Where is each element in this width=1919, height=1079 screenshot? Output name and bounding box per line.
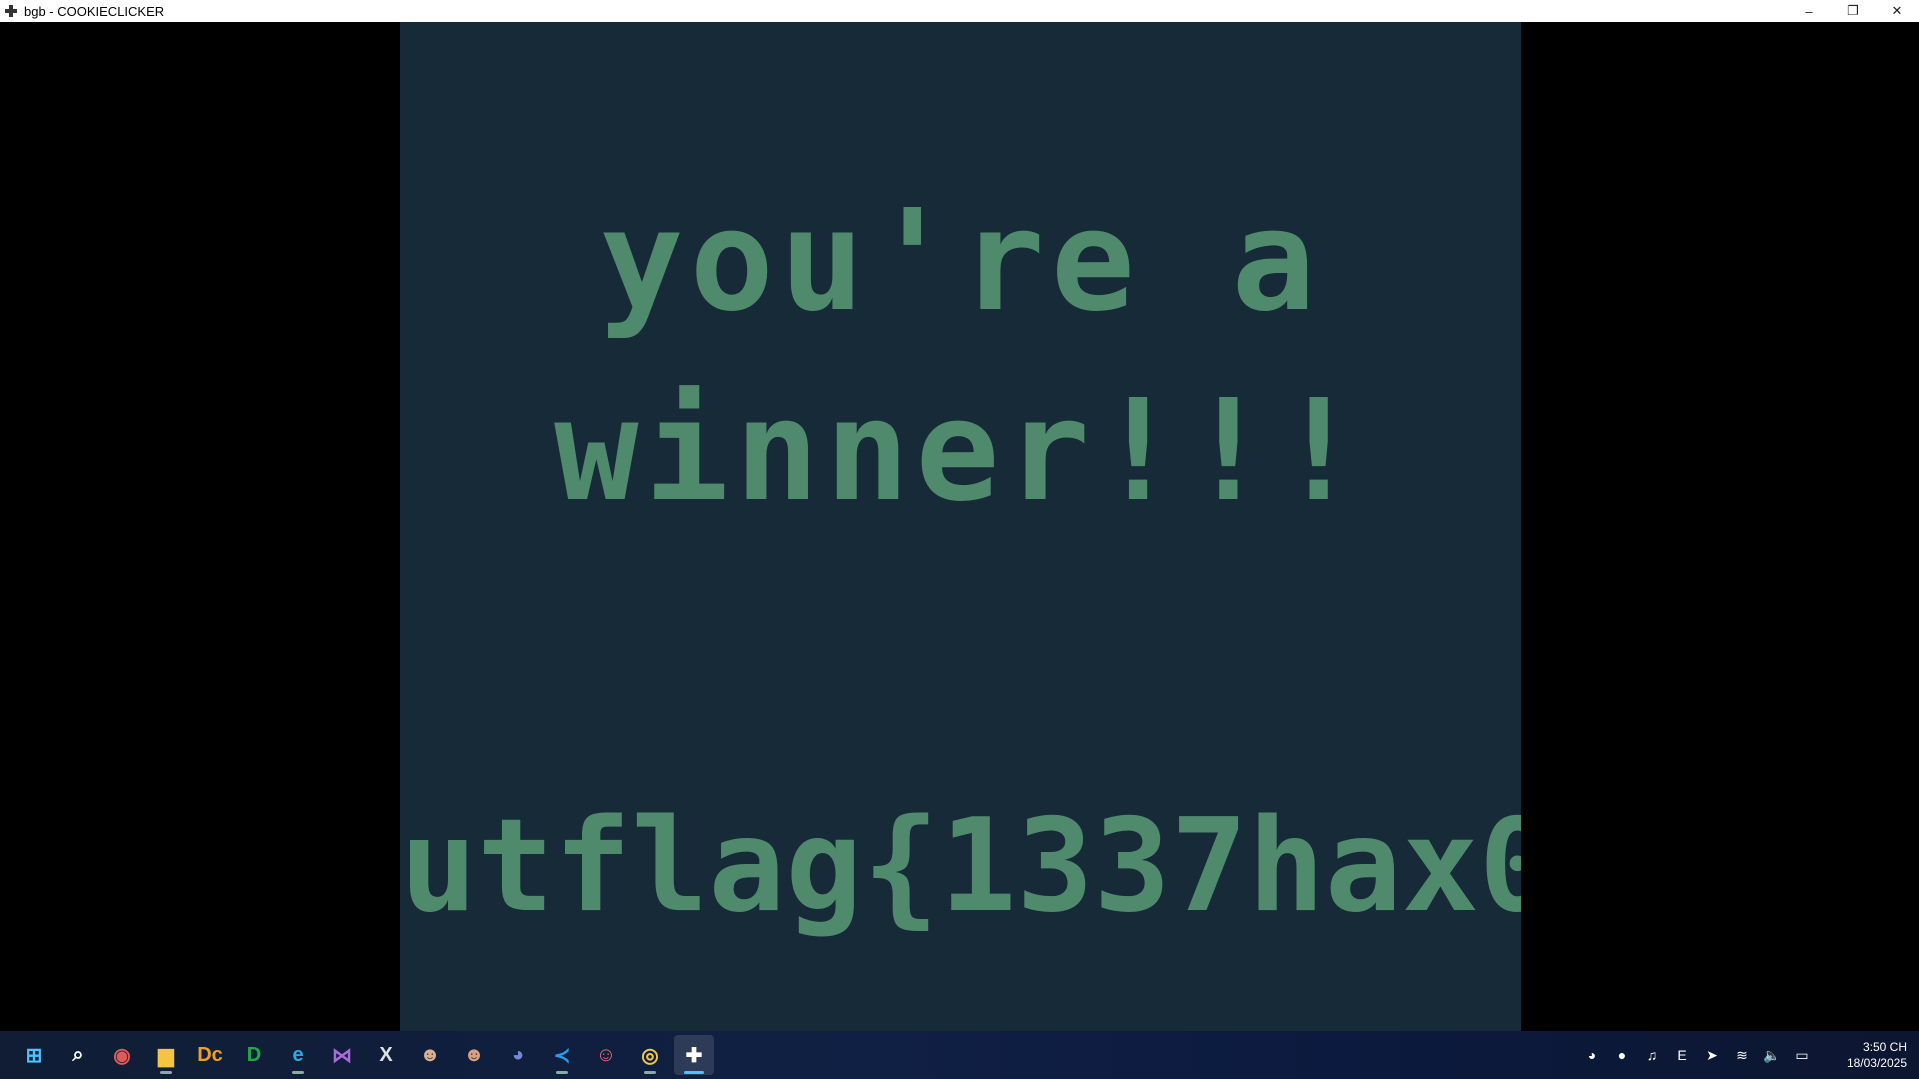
edge-icon[interactable]: e	[278, 1035, 318, 1075]
bgb-app-icon	[4, 4, 18, 18]
volume-icon[interactable]: 🔈	[1757, 1040, 1787, 1070]
app-1-icon[interactable]: ☻	[410, 1035, 450, 1075]
app-3-icon[interactable]: ☺	[586, 1035, 626, 1075]
vscode-icon[interactable]: ≺	[542, 1035, 582, 1075]
battery-icon[interactable]: ▭	[1787, 1040, 1817, 1070]
running-indicator	[160, 1071, 172, 1074]
window-titlebar: bgb - COOKIECLICKER – ❐ ✕	[0, 0, 1919, 22]
dev-glyph: D	[246, 1043, 262, 1066]
excel-glyph: X	[379, 1043, 393, 1066]
running-indicator	[644, 1071, 656, 1074]
system-tray: ◕ ● ♫ E ➤ ≋ 🔈 ▭ 3:50 CH 18/03/2025	[1577, 1031, 1919, 1079]
winner-message-line-2: winner!!!	[554, 370, 1367, 533]
running-indicator	[292, 1071, 304, 1074]
search-icon[interactable]: ⌕	[58, 1035, 98, 1075]
davinci-glyph: ◉	[113, 1044, 131, 1067]
visual-studio-icon[interactable]: ⋈	[322, 1035, 362, 1075]
minimize-button[interactable]: –	[1787, 0, 1831, 22]
close-button[interactable]: ✕	[1875, 0, 1919, 22]
bgb-glyph: ✚	[685, 1044, 703, 1067]
wifi-icon[interactable]: ≋	[1727, 1040, 1757, 1070]
app-2-icon[interactable]: ☻	[454, 1035, 494, 1075]
start-glyph: ⊞	[25, 1044, 43, 1067]
search-glyph: ⌕	[72, 1043, 84, 1066]
dev-icon[interactable]: D	[234, 1035, 274, 1075]
davinci-icon[interactable]: ◉	[102, 1035, 142, 1075]
excel-icon[interactable]: X	[366, 1035, 406, 1075]
visual-studio-glyph: ⋈	[332, 1044, 352, 1067]
edge-glyph: e	[292, 1043, 304, 1066]
game-screen[interactable]: you're a winner!!! utflag{1337hax0r}	[400, 22, 1521, 1031]
app-3-glyph: ☺	[595, 1043, 617, 1066]
app-tray-icon[interactable]: ●	[1607, 1040, 1637, 1070]
start-icon[interactable]: ⊞	[14, 1035, 54, 1075]
app-e-icon[interactable]: E	[1667, 1040, 1697, 1070]
chrome-icon[interactable]: ◎	[630, 1035, 670, 1075]
file-explorer-icon[interactable]: ▆	[146, 1035, 186, 1075]
file-explorer-glyph: ▆	[158, 1044, 174, 1067]
discord-tray-icon[interactable]: ◕	[1577, 1040, 1607, 1070]
headset-icon[interactable]: ♫	[1637, 1040, 1667, 1070]
app-2-glyph: ☻	[463, 1043, 485, 1066]
bgb-icon[interactable]: ✚	[674, 1035, 714, 1075]
flag-text: utflag{1337hax0r}	[400, 792, 1521, 941]
window-title: bgb - COOKIECLICKER	[24, 3, 165, 19]
restore-button[interactable]: ❐	[1831, 0, 1875, 22]
chrome-glyph: ◎	[641, 1044, 659, 1067]
running-indicator	[556, 1071, 568, 1074]
winner-message-line-1: you're a	[599, 180, 1322, 343]
discord-icon[interactable]: ◕	[498, 1035, 538, 1075]
taskbar: ⊞ ⌕ ◉ ▆ Dc De ⋈ X ☻ ☻ ◕ ≺ ☺ ◎ ✚ ◕ ● ♫ E ➤ ≋ 🔈 ▭ 3:50 CH 18/03…	[0, 1031, 1919, 1079]
design-glyph: Dc	[197, 1043, 223, 1066]
discord-glyph: ◕	[511, 1043, 525, 1066]
vscode-glyph: ≺	[553, 1044, 571, 1067]
clock[interactable]: 3:50 CH 18/03/2025	[1825, 1039, 1907, 1071]
running-indicator	[684, 1071, 704, 1074]
clock-date: 18/03/2025	[1846, 1056, 1907, 1070]
app-1-glyph: ☻	[419, 1043, 441, 1066]
taskbar-apps: ⊞ ⌕ ◉ ▆ Dc De ⋈ X ☻ ☻ ◕ ≺ ☺ ◎ ✚	[0, 1031, 716, 1079]
clock-time: 3:50 CH	[1862, 1040, 1907, 1054]
design-icon[interactable]: Dc	[190, 1035, 230, 1075]
telegram-icon[interactable]: ➤	[1697, 1040, 1727, 1070]
emulator-viewport: you're a winner!!! utflag{1337hax0r}	[0, 22, 1919, 1031]
